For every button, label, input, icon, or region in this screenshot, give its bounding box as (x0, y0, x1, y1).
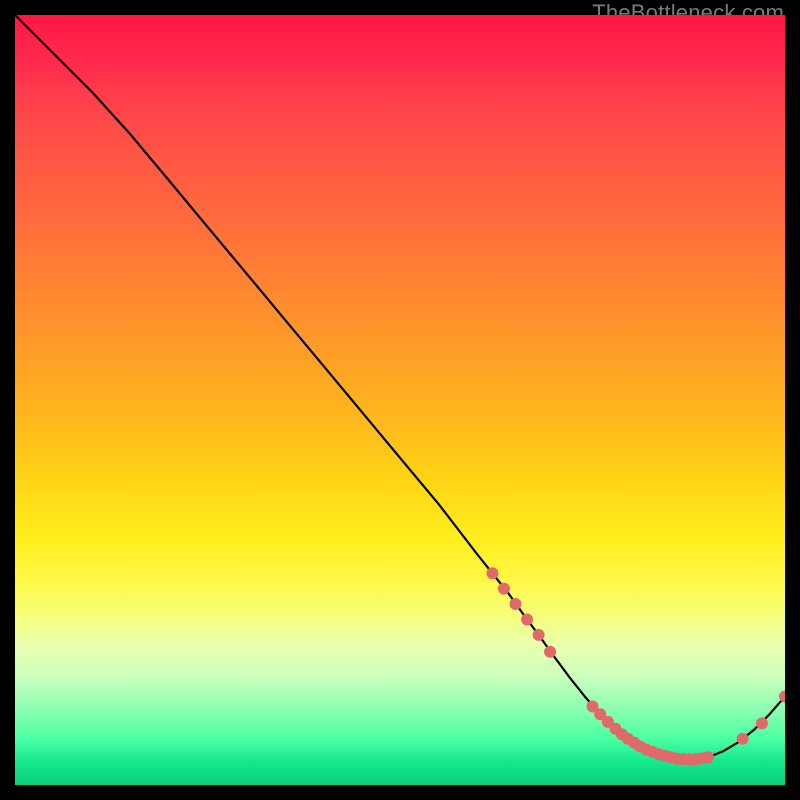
curve-svg (15, 15, 785, 785)
chart-frame: TheBottleneck.com (0, 0, 800, 800)
bottleneck-curve (15, 15, 785, 760)
data-marker (544, 646, 556, 658)
data-marker (498, 583, 510, 595)
gradient-plot-area (15, 15, 785, 785)
data-marker (486, 567, 498, 579)
data-marker (533, 629, 545, 641)
data-marker (510, 598, 522, 610)
data-marker (737, 733, 749, 745)
data-marker (702, 751, 714, 763)
data-marker (756, 717, 768, 729)
marker-group (486, 567, 785, 765)
data-marker (521, 614, 533, 626)
